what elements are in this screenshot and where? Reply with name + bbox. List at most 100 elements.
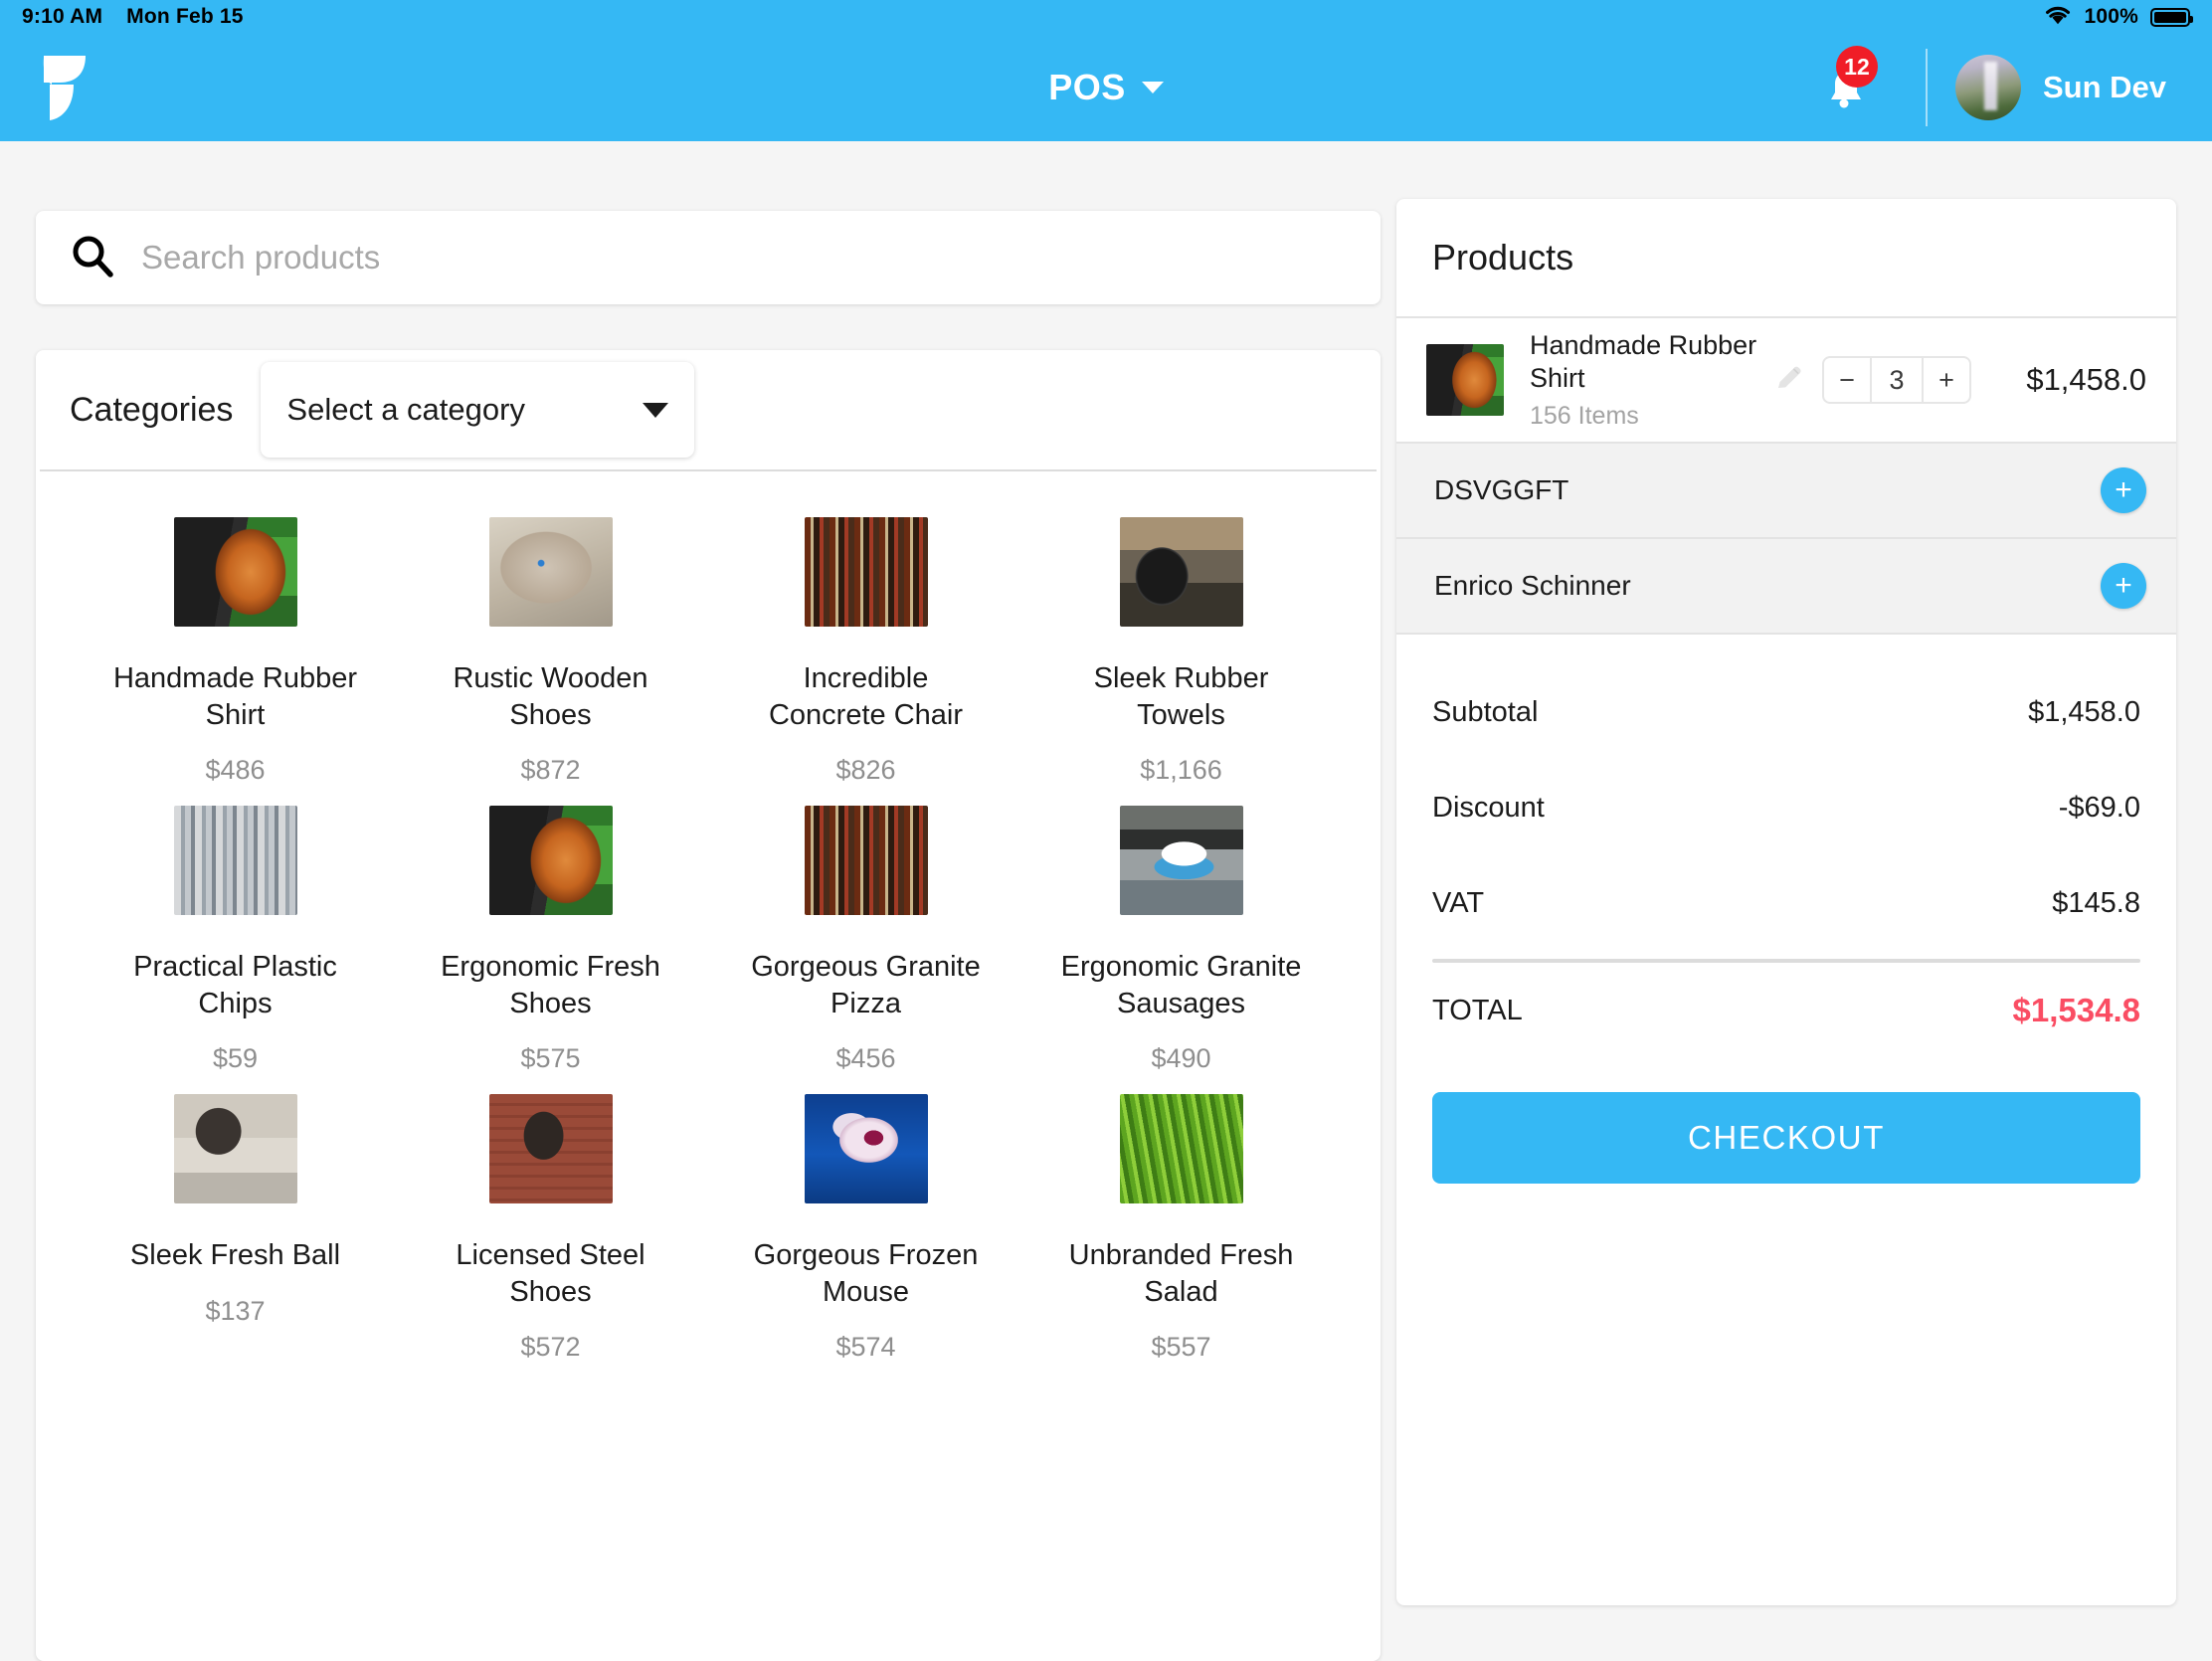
product-card[interactable]: Gorgeous Granite Pizza $456 xyxy=(708,806,1023,1074)
product-name: Rustic Wooden Shoes xyxy=(453,662,648,731)
product-card[interactable]: Unbranded Fresh Salad $557 xyxy=(1023,1094,1339,1363)
cart-extra-row-customer[interactable]: Enrico Schinner + xyxy=(1396,539,2176,633)
chevron-down-icon[interactable] xyxy=(1141,82,1164,93)
product-name: Ergonomic Fresh Shoes xyxy=(441,951,660,1019)
product-price: $572 xyxy=(520,1332,581,1363)
product-image xyxy=(173,1094,297,1204)
totals-row-subtotal: Subtotal $1,458.0 xyxy=(1432,664,2140,760)
product-card[interactable]: Incredible Concrete Chair $826 xyxy=(708,517,1023,786)
cart-column: Products Handmade Rubber Shirt 156 Items… xyxy=(1396,199,2176,1605)
decrement-button[interactable]: − xyxy=(1824,358,1870,402)
checkout-button[interactable]: CHECKOUT xyxy=(1432,1092,2140,1184)
status-date: Mon Feb 15 xyxy=(126,5,244,28)
product-catalog-card: Categories Select a category Handmade Ru… xyxy=(36,350,1381,1661)
header-divider xyxy=(1925,49,1928,126)
cart-item-name: Handmade Rubber Shirt xyxy=(1530,329,1757,393)
search-icon xyxy=(70,233,115,283)
product-price: $574 xyxy=(835,1332,896,1363)
totals-value: $145.8 xyxy=(2052,886,2140,919)
cart-panel: Products Handmade Rubber Shirt 156 Items… xyxy=(1396,199,2176,1605)
user-menu[interactable]: Sun Dev xyxy=(1954,55,2212,120)
catalog-column: Categories Select a category Handmade Ru… xyxy=(36,211,1381,1661)
product-card[interactable]: Practical Plastic Chips $59 xyxy=(78,806,393,1074)
quantity-stepper[interactable]: − 3 + xyxy=(1822,356,1971,404)
product-name: Ergonomic Granite Sausages xyxy=(1060,951,1302,1019)
cart-item-total: $1,458.0 xyxy=(2026,362,2146,397)
grand-total-label: TOTAL xyxy=(1432,994,1523,1026)
product-price: $826 xyxy=(835,755,896,786)
cart-line-item: Handmade Rubber Shirt 156 Items − 3 + $1… xyxy=(1396,318,2176,442)
search-input[interactable] xyxy=(141,239,1347,277)
category-select-value: Select a category xyxy=(286,392,525,427)
totals-label: Discount xyxy=(1432,791,1545,824)
cart-item-image xyxy=(1426,344,1504,416)
extra-row-label: DSVGGFT xyxy=(1434,474,1569,505)
product-price: $575 xyxy=(520,1043,581,1074)
product-name: Sleek Fresh Ball xyxy=(129,1239,341,1272)
totals-row-vat: VAT $145.8 xyxy=(1432,855,2140,951)
product-image xyxy=(488,1094,613,1204)
notification-badge: 12 xyxy=(1835,46,1878,88)
header-actions: 12 Sun Dev xyxy=(1796,34,2212,141)
product-price: $490 xyxy=(1151,1043,1211,1074)
search-bar[interactable] xyxy=(36,211,1381,304)
product-image xyxy=(804,1094,928,1204)
add-button[interactable]: + xyxy=(2101,467,2146,513)
product-image xyxy=(488,517,613,627)
totals-label: VAT xyxy=(1432,886,1485,919)
grand-total-value: $1,534.8 xyxy=(2012,992,2140,1028)
quantity-value[interactable]: 3 xyxy=(1870,358,1924,402)
extra-row-label: Enrico Schinner xyxy=(1434,570,1631,601)
product-card[interactable]: Ergonomic Fresh Shoes $575 xyxy=(393,806,708,1074)
product-image xyxy=(1119,806,1243,916)
totals-label: Subtotal xyxy=(1432,695,1539,728)
category-select[interactable]: Select a category xyxy=(261,362,695,458)
product-name: Handmade Rubber Shirt xyxy=(112,662,358,731)
page-title[interactable]: POS xyxy=(1048,67,1126,108)
product-name: Unbranded Fresh Salad xyxy=(1068,1239,1294,1308)
app-header: POS 12 Sun Dev xyxy=(0,34,2212,141)
product-image xyxy=(173,806,297,916)
battery-percent: 100% xyxy=(2084,5,2138,28)
product-image xyxy=(1119,517,1243,627)
product-card[interactable]: Handmade Rubber Shirt $486 xyxy=(78,517,393,786)
product-card[interactable]: Sleek Rubber Towels $1,166 xyxy=(1023,517,1339,786)
product-price: $557 xyxy=(1151,1332,1211,1363)
product-image xyxy=(1119,1094,1243,1204)
product-image xyxy=(804,806,928,916)
product-image xyxy=(488,806,613,916)
totals-row-grand-total: TOTAL $1,534.8 xyxy=(1432,963,2140,1058)
chevron-down-icon xyxy=(643,402,669,418)
cart-header: Products xyxy=(1396,199,2176,316)
product-grid: Handmade Rubber Shirt $486 Rustic Wooden… xyxy=(36,471,1381,1363)
totals-value: -$69.0 xyxy=(2058,791,2140,824)
product-card[interactable]: Gorgeous Frozen Mouse $574 xyxy=(708,1094,1023,1363)
product-card[interactable]: Rustic Wooden Shoes $872 xyxy=(393,517,708,786)
cart-title: Products xyxy=(1432,237,1574,277)
pencil-icon[interactable] xyxy=(1772,361,1806,400)
product-name: Licensed Steel Shoes xyxy=(456,1239,645,1308)
main-content: Categories Select a category Handmade Ru… xyxy=(0,141,2212,1661)
cart-item-stock: 156 Items xyxy=(1530,402,1639,431)
avatar xyxy=(1954,55,2021,120)
product-price: $1,166 xyxy=(1140,755,1222,786)
increment-button[interactable]: + xyxy=(1924,358,1969,402)
app-logo-icon[interactable] xyxy=(0,52,129,123)
product-card[interactable]: Ergonomic Granite Sausages $490 xyxy=(1023,806,1339,1074)
product-image xyxy=(173,517,297,627)
totals-section: Subtotal $1,458.0 Discount -$69.0 VAT $1… xyxy=(1396,635,2176,1058)
product-card[interactable]: Licensed Steel Shoes $572 xyxy=(393,1094,708,1363)
user-name: Sun Dev xyxy=(2042,70,2166,104)
cart-extra-row-dsvggft[interactable]: DSVGGFT + xyxy=(1396,444,2176,537)
wifi-icon xyxy=(2044,4,2072,31)
product-image xyxy=(804,517,928,627)
product-name: Practical Plastic Chips xyxy=(133,951,337,1019)
add-button[interactable]: + xyxy=(2101,563,2146,609)
totals-row-discount: Discount -$69.0 xyxy=(1432,760,2140,855)
cart-item-info: Handmade Rubber Shirt 156 Items xyxy=(1530,329,1772,432)
product-price: $486 xyxy=(205,755,266,786)
product-name: Gorgeous Granite Pizza xyxy=(751,951,981,1019)
notifications-button[interactable]: 12 xyxy=(1796,46,1892,113)
product-card[interactable]: Sleek Fresh Ball $137 xyxy=(78,1094,393,1363)
battery-icon xyxy=(2150,7,2193,27)
